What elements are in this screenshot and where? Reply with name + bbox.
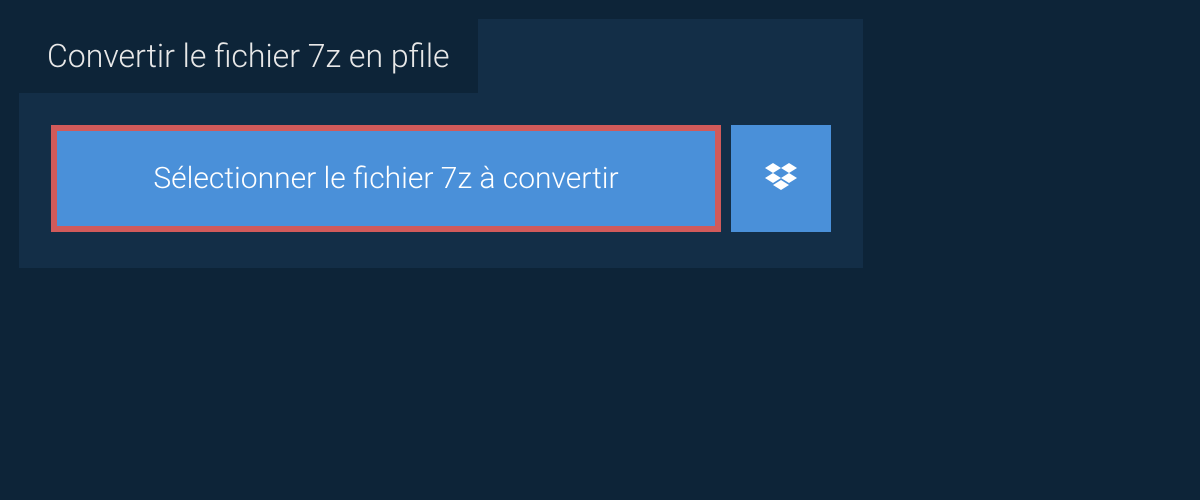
select-file-button[interactable]: Sélectionner le fichier 7z à convertir xyxy=(51,125,721,232)
upload-area: Sélectionner le fichier 7z à convertir xyxy=(19,93,863,268)
tab-header: Convertir le fichier 7z en pfile xyxy=(19,19,478,93)
dropbox-button[interactable] xyxy=(731,125,831,232)
select-file-label: Sélectionner le fichier 7z à convertir xyxy=(153,161,618,196)
page-title: Convertir le fichier 7z en pfile xyxy=(47,37,450,75)
dropbox-icon xyxy=(761,159,801,199)
converter-panel: Convertir le fichier 7z en pfile Sélecti… xyxy=(19,19,863,268)
